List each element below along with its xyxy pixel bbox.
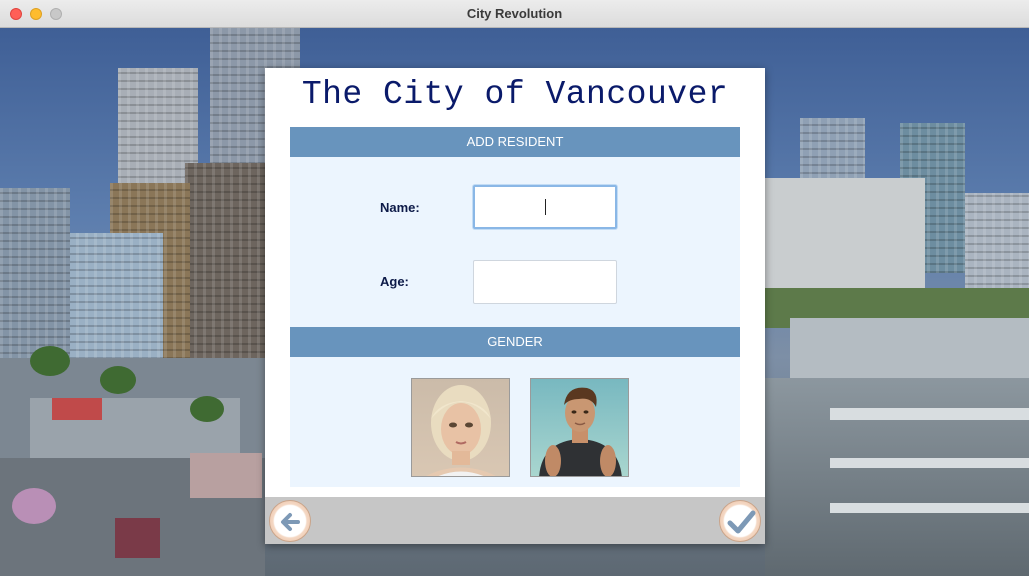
name-label: Name:: [380, 200, 420, 215]
checkmark-icon: [727, 510, 756, 534]
arrow-left-icon: [281, 513, 300, 531]
resident-form-panel: Name: Age:: [290, 157, 740, 327]
female-avatar-icon: [426, 385, 496, 476]
dialog-footer: [265, 497, 765, 544]
age-input[interactable]: [473, 260, 617, 304]
back-button[interactable]: [269, 500, 311, 542]
gender-header: GENDER: [290, 327, 740, 357]
window-title: City Revolution: [466, 6, 563, 21]
add-resident-dialog: The City of Vancouver ADD RESIDENT Name:…: [265, 68, 765, 544]
gender-panel: [290, 357, 740, 487]
male-avatar-button[interactable]: [530, 378, 629, 477]
confirm-button[interactable]: [719, 500, 761, 542]
dialog-title: The City of Vancouver: [301, 76, 729, 113]
window-titlebar: City Revolution: [0, 0, 1029, 28]
female-avatar-button[interactable]: [411, 378, 510, 477]
add-resident-header: ADD RESIDENT: [290, 127, 740, 157]
male-avatar-icon: [539, 387, 622, 476]
age-label: Age:: [380, 274, 409, 289]
name-input[interactable]: [473, 185, 617, 229]
text-caret: [545, 199, 546, 215]
